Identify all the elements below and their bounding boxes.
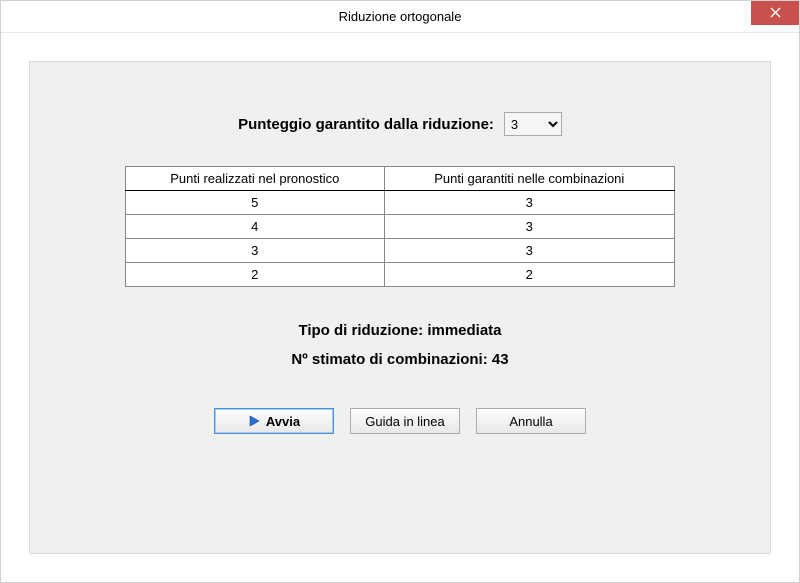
table-cell: 2 — [384, 263, 674, 287]
table-cell: 3 — [384, 191, 674, 215]
titlebar: Riduzione ortogonale — [1, 1, 799, 33]
table-cell: 3 — [126, 239, 385, 263]
reduction-type-label: Tipo di riduzione: immediata — [125, 317, 675, 346]
table-cell: 2 — [126, 263, 385, 287]
table-cell: 3 — [384, 239, 674, 263]
content-panel: Punteggio garantito dalla riduzione: 3 P… — [29, 61, 771, 554]
estimated-combinations-label: Nº stimato di combinazioni: 43 — [125, 346, 675, 375]
table-header-col1: Punti realizzati nel pronostico — [126, 167, 385, 191]
dialog-window: Riduzione ortogonale Punteggio garantito… — [0, 0, 800, 583]
table-cell: 4 — [126, 215, 385, 239]
table-cell: 3 — [384, 215, 674, 239]
guarantee-table: Punti realizzati nel pronostico Punti ga… — [125, 166, 675, 287]
table-header-col2: Punti garantiti nelle combinazioni — [384, 167, 674, 191]
help-button-label: Guida in linea — [365, 414, 445, 429]
window-title: Riduzione ortogonale — [339, 9, 462, 24]
guarantee-table-wrap: Punti realizzati nel pronostico Punti ga… — [125, 166, 675, 287]
info-block: Tipo di riduzione: immediata Nº stimato … — [125, 317, 675, 374]
table-cell: 5 — [126, 191, 385, 215]
help-button[interactable]: Guida in linea — [350, 408, 460, 434]
play-icon — [248, 415, 260, 427]
start-button-label: Avvia — [266, 414, 300, 429]
score-select[interactable]: 3 — [504, 112, 562, 136]
cancel-button[interactable]: Annulla — [476, 408, 586, 434]
close-button[interactable] — [751, 1, 799, 25]
table-row: 2 2 — [126, 263, 675, 287]
client-area: Punteggio garantito dalla riduzione: 3 P… — [1, 33, 799, 582]
score-label: Punteggio garantito dalla riduzione: — [238, 116, 494, 133]
score-row: Punteggio garantito dalla riduzione: 3 — [125, 112, 675, 136]
start-button[interactable]: Avvia — [214, 408, 334, 434]
close-icon — [770, 6, 781, 21]
table-row: 5 3 — [126, 191, 675, 215]
button-row: Avvia Guida in linea Annulla — [125, 408, 675, 434]
table-row: 4 3 — [126, 215, 675, 239]
table-row: 3 3 — [126, 239, 675, 263]
table-header-row: Punti realizzati nel pronostico Punti ga… — [126, 167, 675, 191]
cancel-button-label: Annulla — [509, 414, 552, 429]
